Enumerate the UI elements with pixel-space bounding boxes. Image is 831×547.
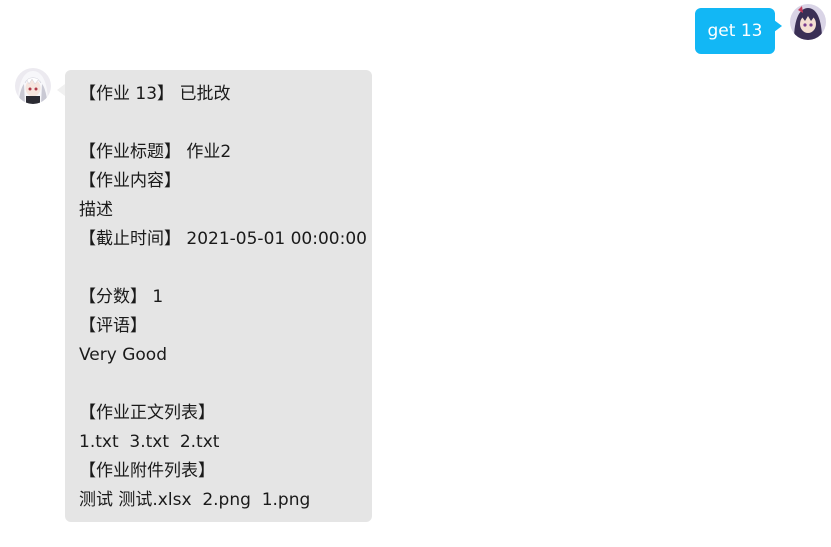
homework-status-line: 【作业 13】 已批改 <box>79 84 231 104</box>
body-files-list: 1.txt 3.txt 2.txt <box>79 432 220 452</box>
score-line: 【分数】 1 <box>79 287 164 307</box>
homework-content-heading: 【作业内容】 <box>79 171 181 191</box>
bot-avatar[interactable] <box>15 68 51 104</box>
attachment-files-list: 测试 测试.xlsx 2.png 1.png <box>79 490 311 510</box>
homework-content-text: 描述 <box>79 200 113 220</box>
attachment-files-heading: 【作业附件列表】 <box>79 461 215 481</box>
homework-title-line: 【作业标题】 作业2 <box>79 142 232 162</box>
comment-heading: 【评语】 <box>79 316 147 336</box>
comment-text: Very Good <box>79 345 167 365</box>
deadline-line: 【截止时间】 2021-05-01 00:00:00 <box>79 229 367 249</box>
user-avatar[interactable] <box>790 4 826 40</box>
user-message-bubble: get 13 <box>695 8 782 54</box>
body-files-heading: 【作业正文列表】 <box>79 403 215 423</box>
user-message-text: get 13 <box>707 21 763 41</box>
bot-message-bubble: 【作业 13】 已批改 【作业标题】 作业2 【作业内容】 描述 【截止时间】 … <box>57 70 372 522</box>
